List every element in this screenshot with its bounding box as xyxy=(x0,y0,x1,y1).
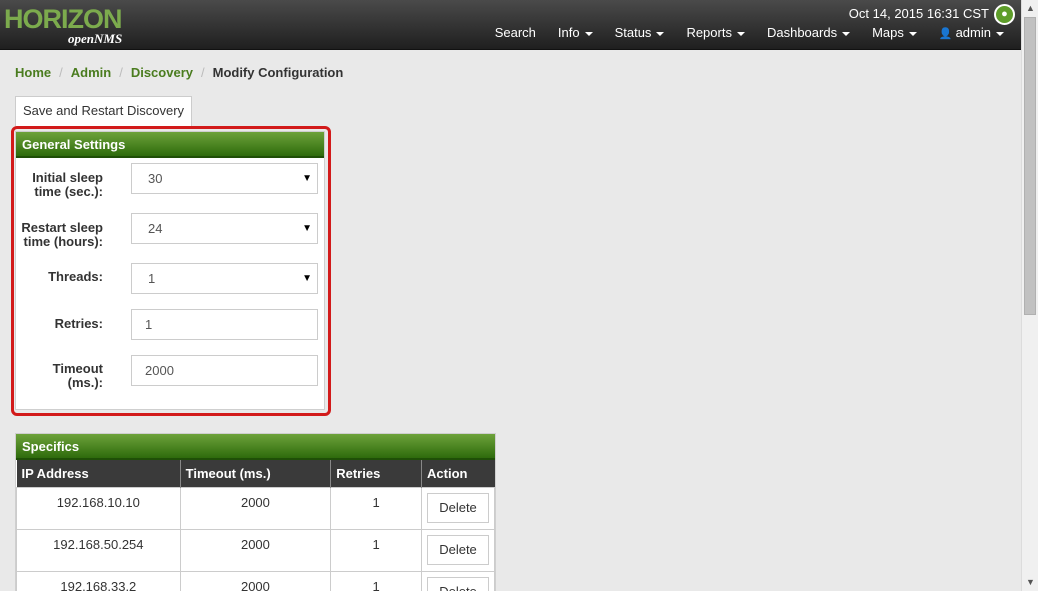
breadcrumb: Home / Admin / Discovery / Modify Configuratio… xyxy=(15,65,343,80)
initial-sleep-label-line2: time (sec.): xyxy=(34,184,103,199)
delete-button[interactable]: Delete xyxy=(427,492,489,523)
initial-sleep-select[interactable]: 30 ▼ xyxy=(131,163,318,194)
scroll-thumb[interactable] xyxy=(1024,17,1036,315)
restart-sleep-value: 24 xyxy=(148,221,163,236)
caret-down-icon xyxy=(996,31,1004,36)
general-settings-panel: General Settings Initial sleep time (sec.… xyxy=(15,131,325,410)
cell-action: Delete xyxy=(421,570,495,591)
nav-maps[interactable]: Maps xyxy=(861,25,928,42)
nav-reports-label: Reports xyxy=(686,25,732,40)
column-header-retries: Retries xyxy=(330,460,423,487)
timeout-label: Timeout (ms.): xyxy=(53,362,103,390)
specifics-heading: Specifics xyxy=(16,434,495,460)
nav-dashboards[interactable]: Dashboards xyxy=(756,25,861,42)
initial-sleep-row: Initial sleep time (sec.): 30 ▼ xyxy=(16,163,326,199)
caret-down-icon xyxy=(656,31,665,36)
timeout-row: Timeout (ms.): 2000 xyxy=(16,355,326,391)
logo-opennms-text: openNMS xyxy=(68,31,123,46)
nav-dashboards-label: Dashboards xyxy=(766,25,838,40)
threads-row: Threads: 1 ▼ xyxy=(16,263,326,299)
cell-ip-address: 192.168.10.10 xyxy=(16,486,181,530)
timeout-input[interactable]: 2000 xyxy=(131,355,318,386)
table-row: 192.168.33.2 2000 1 Delete xyxy=(16,570,495,591)
restart-sleep-label: Restart sleep time (hours): xyxy=(21,221,103,249)
opennms-horizon-logo[interactable]: HORIZON openNMS xyxy=(4,4,144,46)
timeout-label-line2: (ms.): xyxy=(67,375,103,390)
nav-search[interactable]: Search xyxy=(484,25,547,42)
breadcrumb-separator: / xyxy=(59,65,63,80)
nav-maps-label: Maps xyxy=(872,25,904,40)
delete-button[interactable]: Delete xyxy=(427,534,489,565)
timeout-label-line1: Timeout xyxy=(52,361,103,376)
retries-value: 1 xyxy=(145,317,153,332)
initial-sleep-label-line1: Initial sleep xyxy=(32,170,103,185)
caret-down-icon xyxy=(736,31,745,36)
restart-sleep-label-line2: time (hours): xyxy=(23,234,103,249)
column-header-action: Action xyxy=(421,460,495,487)
restart-sleep-label-line1: Restart sleep xyxy=(21,220,103,235)
cell-action: Delete xyxy=(421,528,495,572)
cell-ip-address: 192.168.33.2 xyxy=(16,570,181,591)
dropdown-arrow-icon: ▼ xyxy=(302,273,312,284)
user-icon: 👤 xyxy=(938,28,953,40)
cell-retries: 1 xyxy=(330,486,423,530)
timeout-value: 2000 xyxy=(145,363,174,378)
top-navbar: HORIZON openNMS Oct 14, 2015 16:31 CST ●… xyxy=(0,0,1021,50)
cell-action: Delete xyxy=(421,486,495,530)
restart-sleep-select[interactable]: 24 ▼ xyxy=(131,213,318,244)
breadcrumb-separator: / xyxy=(200,65,205,80)
threads-value: 1 xyxy=(148,271,156,286)
restart-sleep-row: Restart sleep time (hours): 24 ▼ xyxy=(16,213,326,249)
threads-select[interactable]: 1 ▼ xyxy=(131,263,318,294)
nav-reports[interactable]: Reports xyxy=(675,25,756,42)
delete-button[interactable]: Delete xyxy=(427,576,489,591)
specifics-table: IP Address Timeout (ms.) Retries Action … xyxy=(16,460,495,591)
table-row: 192.168.10.10 2000 1 Delete xyxy=(16,486,495,530)
bell-icon[interactable]: ● xyxy=(994,4,1015,25)
breadcrumb-current: Modify Configuration xyxy=(212,65,344,80)
table-row: 192.168.50.254 2000 1 Delete xyxy=(16,528,495,572)
breadcrumb-home[interactable]: Home xyxy=(15,65,51,80)
server-datetime: Oct 14, 2015 16:31 CST xyxy=(848,6,989,21)
main-nav: Search Info Status Reports Dashboards Ma… xyxy=(484,25,1015,42)
save-and-restart-discovery-button[interactable]: Save and Restart Discovery xyxy=(15,96,192,126)
caret-down-icon xyxy=(908,31,917,36)
page-scrollbar[interactable]: ▲ ▼ xyxy=(1021,0,1038,591)
cell-retries: 1 xyxy=(330,528,423,572)
nav-search-label: Search xyxy=(494,25,536,40)
nav-status-label: Status xyxy=(614,25,652,40)
initial-sleep-value: 30 xyxy=(148,171,163,186)
threads-label: Threads: xyxy=(48,269,103,284)
specifics-panel: Specifics IP Address Timeout (ms.) Retri… xyxy=(15,433,496,591)
table-header-row: IP Address Timeout (ms.) Retries Action xyxy=(16,460,495,487)
scroll-down-arrow-icon[interactable]: ▼ xyxy=(1022,574,1038,591)
scroll-up-arrow-icon[interactable]: ▲ xyxy=(1022,0,1038,17)
cell-timeout: 2000 xyxy=(179,486,332,530)
dropdown-arrow-icon: ▼ xyxy=(302,223,312,234)
breadcrumb-admin[interactable]: Admin xyxy=(71,65,111,80)
cell-timeout: 2000 xyxy=(179,528,332,572)
breadcrumb-separator: / xyxy=(119,65,123,80)
initial-sleep-label: Initial sleep time (sec.): xyxy=(32,171,103,199)
nav-user-label: admin xyxy=(955,25,991,40)
breadcrumb-discovery[interactable]: Discovery xyxy=(131,65,193,80)
cell-ip-address: 192.168.50.254 xyxy=(16,528,181,572)
cell-timeout: 2000 xyxy=(179,570,332,591)
nav-info[interactable]: Info xyxy=(547,25,604,42)
column-header-ip-address: IP Address xyxy=(16,460,181,487)
column-header-timeout: Timeout (ms.) xyxy=(180,460,332,487)
retries-label: Retries: xyxy=(54,316,103,331)
caret-down-icon xyxy=(584,31,593,36)
general-settings-heading: General Settings xyxy=(16,132,324,158)
nav-status[interactable]: Status xyxy=(604,25,676,42)
retries-input[interactable]: 1 xyxy=(131,309,318,340)
nav-user-menu[interactable]: 👤 admin xyxy=(928,25,1015,42)
dropdown-arrow-icon: ▼ xyxy=(302,173,312,184)
caret-down-icon xyxy=(842,31,851,36)
nav-info-label: Info xyxy=(557,25,580,40)
cell-retries: 1 xyxy=(330,570,423,591)
retries-row: Retries: 1 xyxy=(16,309,326,345)
